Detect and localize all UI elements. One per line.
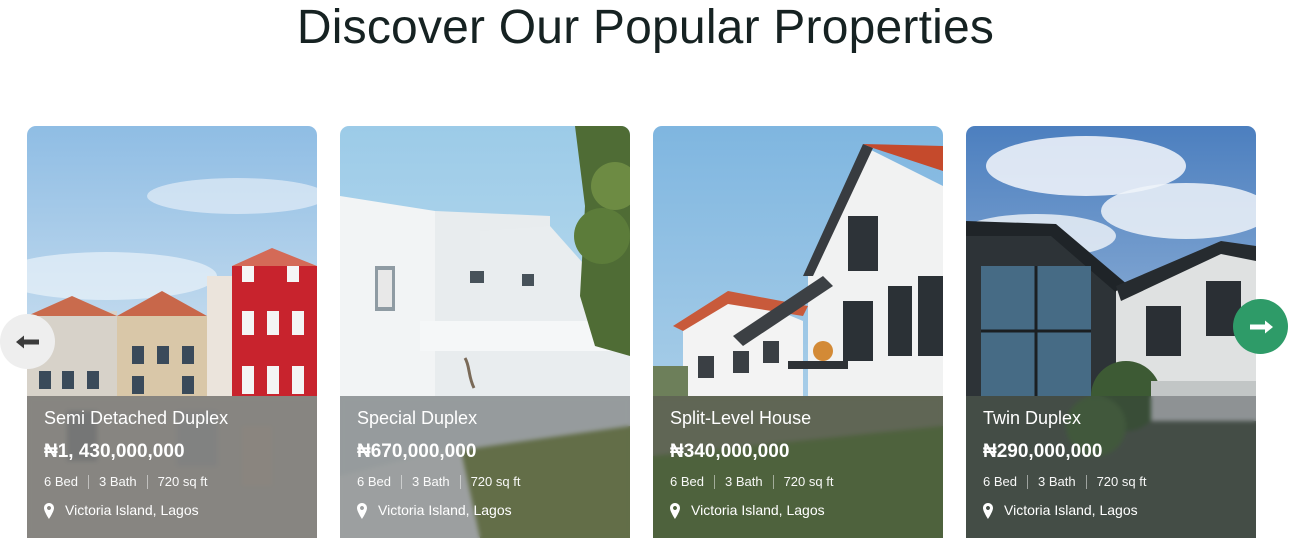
card-info-overlay: Special Duplex ₦670,000,000 6 Bed 3 Bath… xyxy=(340,396,630,538)
card-price: ₦670,000,000 xyxy=(357,441,477,462)
card-location: Victoria Island, Lagos xyxy=(983,502,1138,519)
area-size: 720 sq ft xyxy=(783,474,834,489)
card-features: 6 Bed 3 Bath 720 sq ft xyxy=(670,474,833,490)
arrow-left-icon xyxy=(15,335,39,348)
beds-count: 6 Bed xyxy=(357,474,391,489)
map-pin-icon xyxy=(670,502,680,519)
beds-count: 6 Bed xyxy=(670,474,704,489)
baths-count: 3 Bath xyxy=(724,474,763,489)
carousel-next-button[interactable] xyxy=(1233,299,1288,354)
divider xyxy=(713,475,715,489)
map-pin-icon xyxy=(357,502,367,519)
carousel-prev-button[interactable] xyxy=(0,314,55,369)
location-text: Victoria Island, Lagos xyxy=(65,502,199,518)
section-title: Discover Our Popular Properties xyxy=(296,1,995,54)
divider xyxy=(1085,475,1087,489)
baths-count: 3 Bath xyxy=(98,474,137,489)
divider xyxy=(400,475,402,489)
property-card-special-duplex[interactable]: Special Duplex ₦670,000,000 6 Bed 3 Bath… xyxy=(340,126,630,538)
card-price: ₦340,000,000 xyxy=(670,441,790,462)
area-size: 720 sq ft xyxy=(157,474,208,489)
card-info-overlay: Split-Level House ₦340,000,000 6 Bed 3 B… xyxy=(653,396,943,538)
property-card-split-level-house[interactable]: Split-Level House ₦340,000,000 6 Bed 3 B… xyxy=(653,126,943,538)
card-features: 6 Bed 3 Bath 720 sq ft xyxy=(983,474,1146,490)
location-text: Victoria Island, Lagos xyxy=(691,502,825,518)
divider xyxy=(146,475,148,489)
beds-count: 6 Bed xyxy=(983,474,1017,489)
property-cards: Semi Detached Duplex ₦1, 430,000,000 6 B… xyxy=(27,126,1256,538)
map-pin-icon xyxy=(983,502,993,519)
area-size: 720 sq ft xyxy=(470,474,521,489)
divider xyxy=(772,475,774,489)
card-title[interactable]: Twin Duplex xyxy=(983,408,1081,428)
popular-properties-section: Discover Our Popular Properties Semi Det… xyxy=(0,0,1291,538)
card-title[interactable]: Split-Level House xyxy=(670,408,811,428)
card-location: Victoria Island, Lagos xyxy=(357,502,512,519)
location-text: Victoria Island, Lagos xyxy=(378,502,512,518)
card-info-overlay: Twin Duplex ₦290,000,000 6 Bed 3 Bath 72… xyxy=(966,396,1256,538)
beds-count: 6 Bed xyxy=(44,474,78,489)
card-title[interactable]: Special Duplex xyxy=(357,408,477,428)
area-size: 720 sq ft xyxy=(1096,474,1147,489)
card-title[interactable]: Semi Detached Duplex xyxy=(44,408,228,428)
divider xyxy=(459,475,461,489)
card-info-overlay: Semi Detached Duplex ₦1, 430,000,000 6 B… xyxy=(27,396,317,538)
card-price: ₦290,000,000 xyxy=(983,441,1103,462)
property-card-twin-duplex[interactable]: Twin Duplex ₦290,000,000 6 Bed 3 Bath 72… xyxy=(966,126,1256,538)
arrow-right-icon xyxy=(1249,320,1273,333)
card-location: Victoria Island, Lagos xyxy=(670,502,825,519)
card-location: Victoria Island, Lagos xyxy=(44,502,199,519)
card-features: 6 Bed 3 Bath 720 sq ft xyxy=(357,474,520,490)
card-price: ₦1, 430,000,000 xyxy=(44,441,185,462)
baths-count: 3 Bath xyxy=(1037,474,1076,489)
divider xyxy=(87,475,89,489)
location-text: Victoria Island, Lagos xyxy=(1004,502,1138,518)
card-features: 6 Bed 3 Bath 720 sq ft xyxy=(44,474,207,490)
baths-count: 3 Bath xyxy=(411,474,450,489)
divider xyxy=(1026,475,1028,489)
map-pin-icon xyxy=(44,502,54,519)
property-card-semi-detached-duplex[interactable]: Semi Detached Duplex ₦1, 430,000,000 6 B… xyxy=(27,126,317,538)
